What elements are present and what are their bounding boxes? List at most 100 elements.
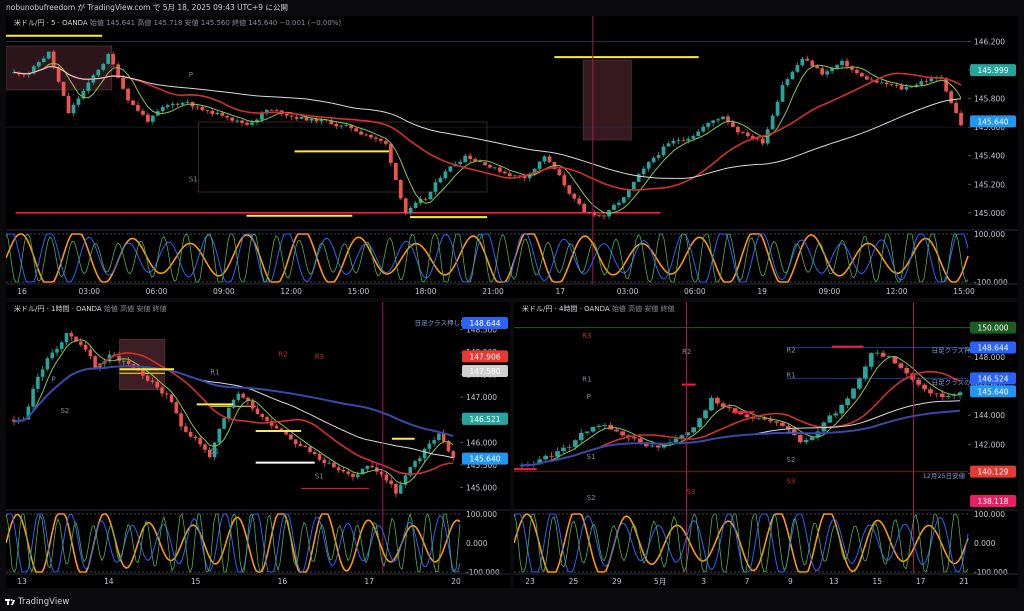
- candle-body: [681, 140, 686, 142]
- x-tick-label: 3: [701, 577, 706, 586]
- candle-body: [354, 128, 359, 132]
- candle-body: [555, 451, 560, 457]
- candle-body: [557, 169, 562, 176]
- osc-tick-label: -100.000: [466, 568, 500, 577]
- candle-body: [96, 69, 101, 76]
- tradingview-logo-icon: [5, 599, 15, 605]
- candle-body: [359, 131, 363, 135]
- candle-body: [676, 140, 681, 142]
- candle-body: [126, 88, 130, 101]
- candle-body: [755, 138, 760, 140]
- candle-body: [898, 363, 904, 368]
- candle-body: [184, 426, 188, 432]
- candle-body: [855, 69, 859, 74]
- candle-body: [567, 446, 572, 448]
- pivot-level-label: S2: [786, 456, 795, 464]
- x-tick-label: 9: [788, 577, 793, 586]
- candle-body: [803, 439, 809, 443]
- candle-body: [64, 333, 69, 343]
- chart-1h-svg[interactable]: 148.500148.000147.500147.000146.500146.0…: [6, 302, 510, 588]
- candle-body: [195, 106, 200, 108]
- candle-body: [922, 384, 927, 390]
- candle-body: [706, 122, 711, 127]
- candle-body: [245, 122, 249, 125]
- candle-body: [274, 425, 279, 429]
- ma-green-line: [13, 62, 962, 215]
- candle-body: [303, 446, 308, 448]
- candle-body: [408, 207, 413, 214]
- candle-body: [924, 81, 929, 83]
- candle-body: [79, 341, 83, 345]
- pivot-level-label: S3: [687, 488, 696, 496]
- x-tick-label: 14: [104, 577, 114, 586]
- chart-4h-svg[interactable]: 150.000148.000146.000144.000142.000140.0…: [514, 302, 1018, 588]
- x-tick-label: 15: [191, 577, 201, 586]
- y-tick-label: 144.000: [974, 411, 1005, 420]
- candle-body: [810, 60, 815, 67]
- pivot-level-label: S1: [315, 472, 324, 480]
- candle-body: [582, 203, 587, 212]
- annotation-note: 日足クラス押し目: [415, 318, 467, 327]
- y-tick-label: 142.000: [974, 440, 1005, 449]
- chart-1h-header: 米ドル/円 · 1時間 · OANDA 始値 高値 安値 終値: [14, 304, 167, 314]
- x-tick-label: 03:00: [617, 287, 639, 296]
- candle-body: [671, 140, 676, 144]
- y-tick-label: 145.200: [974, 180, 1005, 189]
- candle-body: [488, 164, 492, 168]
- pivot-level-label: S1: [189, 175, 198, 183]
- candle-body: [740, 132, 745, 134]
- candle-body: [388, 143, 393, 163]
- candle-body: [797, 435, 803, 443]
- candle-body: [542, 156, 547, 162]
- price-tag-label: 148.644: [977, 343, 1008, 352]
- candle-body: [868, 353, 874, 367]
- candle-body: [785, 79, 790, 86]
- candle-body: [507, 173, 512, 176]
- candle-body: [46, 51, 51, 59]
- candle-body: [721, 116, 725, 120]
- chart-panel-1h[interactable]: 148.500148.000147.500147.000146.500146.0…: [6, 302, 510, 588]
- candle-body: [857, 378, 862, 389]
- zone-box: [582, 59, 632, 141]
- chart-panel-4h[interactable]: 150.000148.000146.000144.000142.000140.0…: [514, 302, 1018, 588]
- candle-body: [332, 462, 336, 468]
- x-tick-label: 09:00: [213, 287, 235, 296]
- candle-body: [45, 358, 50, 370]
- chart-5m-svg[interactable]: 146.200146.000145.800145.600145.400145.2…: [6, 16, 1018, 298]
- candle-body: [339, 125, 344, 127]
- osc-tick-label: -100.000: [974, 278, 1008, 287]
- candle-body: [160, 387, 164, 394]
- candle-body: [498, 167, 502, 172]
- candle-body: [141, 370, 145, 376]
- pivot-level-label: S1: [786, 427, 795, 435]
- candle-body: [774, 421, 779, 423]
- footer: TradingView: [0, 593, 1024, 611]
- candle-body: [131, 100, 135, 105]
- candle-body: [827, 415, 833, 423]
- candle-body: [874, 352, 880, 354]
- candle-body: [69, 333, 74, 337]
- candle-body: [959, 113, 963, 126]
- publish-header: nobunobufreedom が TradingView.com で 5月 1…: [0, 0, 1024, 16]
- candle-body: [198, 438, 202, 445]
- publish-line: nobunobufreedom が TradingView.com で 5月 1…: [6, 3, 288, 12]
- candle-body: [93, 356, 97, 368]
- chart-4h-title: 米ドル/円 · 4時間 · OANDA: [522, 305, 610, 313]
- candle-body: [145, 114, 150, 122]
- pivot-level-label: R1: [210, 369, 219, 377]
- candle-body: [111, 54, 116, 65]
- candle-body: [703, 410, 708, 419]
- candle-body: [815, 66, 820, 69]
- candle-body: [894, 84, 899, 86]
- candle-body: [293, 439, 298, 444]
- candle-body: [240, 120, 244, 123]
- chart-panel-5m[interactable]: 146.200146.000145.800145.600145.400145.2…: [6, 16, 1018, 298]
- candle-body: [577, 198, 582, 204]
- price-tag-label: 140.129: [977, 468, 1008, 477]
- y-tick-label: 145.400: [974, 152, 1005, 161]
- x-tick-label: 13: [17, 577, 27, 586]
- x-tick-label: 18:00: [415, 287, 437, 296]
- x-tick-label: 06:00: [684, 287, 706, 296]
- candle-body: [929, 78, 934, 82]
- candle-body: [150, 115, 155, 122]
